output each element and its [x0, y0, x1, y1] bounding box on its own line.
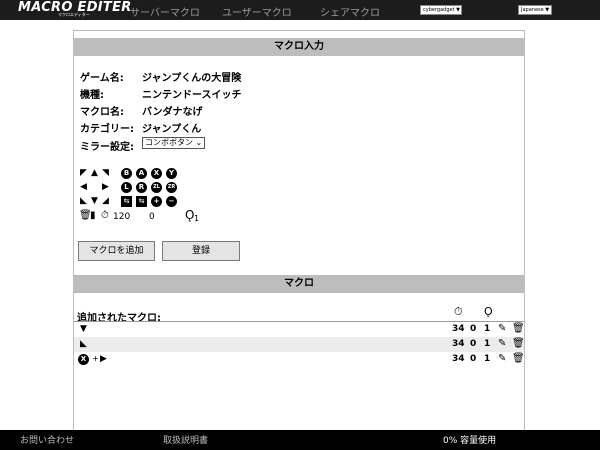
- row-repeat: 1: [484, 324, 491, 334]
- mirror-row: ミラー設定: コンボボタン ⌄: [80, 137, 206, 153]
- nav-user-macro[interactable]: ユーザーマクロ: [222, 4, 292, 19]
- macro-list-header: マクロ: [74, 275, 524, 293]
- zr-button-icon[interactable]: ZR: [166, 182, 177, 193]
- macro-name-row: マクロ名: バンダナなげ: [80, 103, 203, 118]
- arrow-down-left-icon[interactable]: ◣: [80, 196, 87, 206]
- game-value: ジャンプくんの大冒険: [142, 73, 242, 84]
- arrow-up-icon[interactable]: ▲: [91, 168, 98, 178]
- device-row: 機種: ニンテンドースイッチ: [80, 86, 242, 101]
- pencil-icon[interactable]: ✎: [498, 353, 506, 364]
- nav-server-macro[interactable]: サーバーマクロ: [130, 4, 200, 19]
- nav-share-macro[interactable]: シェアマクロ: [320, 4, 380, 19]
- repeat-icon: Ǫ: [484, 305, 493, 318]
- zero-value: 0: [149, 212, 155, 222]
- a-button-icon[interactable]: A: [136, 168, 147, 179]
- plus-button-icon[interactable]: +: [151, 196, 162, 207]
- macro-row[interactable]: ▼ 34 0 1 ✎ 🗑: [74, 322, 525, 337]
- add-macro-button[interactable]: マクロを追加: [78, 241, 155, 261]
- chevron-down-icon: ▼: [454, 7, 460, 13]
- arrow-down-right-icon[interactable]: ◢: [102, 196, 109, 206]
- storage-usage: 0% 容量使用: [443, 436, 497, 446]
- contact-link[interactable]: お問い合わせ: [20, 433, 74, 446]
- pencil-icon[interactable]: ✎: [498, 323, 506, 334]
- y-button-icon[interactable]: Y: [166, 168, 177, 179]
- clipboard-icon[interactable]: ▮: [90, 211, 96, 221]
- arrow-right-icon: ▶: [100, 354, 107, 364]
- mirror-select[interactable]: コンボボタン ⌄: [142, 137, 206, 149]
- x-button-icon[interactable]: X: [151, 168, 162, 179]
- b-button-icon[interactable]: B: [121, 168, 132, 179]
- category-value: ジャンプくん: [142, 124, 202, 135]
- timer-icon: ⏱: [454, 305, 463, 318]
- l-button-icon[interactable]: L: [121, 182, 132, 193]
- arrow-up-right-icon[interactable]: ◥: [102, 168, 109, 178]
- macro-input-header: マクロ入力: [74, 38, 524, 56]
- row-time: 34: [452, 339, 465, 349]
- device-label: 機種:: [80, 90, 104, 101]
- trash-icon[interactable]: 🗑: [512, 353, 525, 364]
- logo[interactable]: MACRO EDITER マクロエディター: [18, 0, 131, 19]
- trash-icon[interactable]: 🗑: [512, 323, 525, 334]
- arrow-down-left-icon: ◣: [80, 339, 87, 349]
- arrow-down-icon[interactable]: ▼: [91, 196, 98, 206]
- macro-panel: マクロ入力 ゲーム名: ジャンプくんの大冒険 機種: ニンテンドースイッチ マク…: [73, 30, 525, 432]
- macro-row[interactable]: X + ▶ 34 0 1 ✎ 🗑: [74, 352, 525, 367]
- category-label: カテゴリー:: [80, 124, 134, 135]
- r-button-icon[interactable]: R: [136, 182, 147, 193]
- trash-icon[interactable]: 🗑: [512, 338, 525, 349]
- account-select[interactable]: cybergadget ▼: [420, 5, 462, 15]
- manual-link[interactable]: 取扱説明書: [163, 433, 208, 446]
- mirror-label: ミラー設定:: [80, 142, 134, 153]
- register-button[interactable]: 登録: [162, 241, 240, 261]
- minus-button-icon[interactable]: −: [166, 196, 177, 207]
- language-select[interactable]: Japanese ▼: [518, 5, 552, 15]
- macro-row[interactable]: ◣ 34 0 1 ✎ 🗑: [74, 337, 525, 352]
- arrow-left-icon[interactable]: ◀: [80, 182, 87, 192]
- row-zero: 0: [470, 324, 477, 334]
- timer-icon[interactable]: ⏱: [101, 211, 109, 221]
- row-repeat: 1: [484, 339, 491, 349]
- arrow-up-left-icon[interactable]: ◤: [80, 168, 87, 178]
- arrow-right-icon[interactable]: ▶: [102, 182, 109, 192]
- pencil-icon[interactable]: ✎: [498, 338, 506, 349]
- mirror-select-value: コンボボタン: [145, 138, 193, 147]
- macro-name-label: マクロ名:: [80, 107, 124, 118]
- row-time: 34: [452, 324, 465, 334]
- arrow-down-icon: ▼: [80, 324, 87, 334]
- timer-value: 120: [113, 212, 131, 222]
- game-row: ゲーム名: ジャンプくんの大冒険: [80, 69, 241, 84]
- chevron-down-icon: ⌄: [193, 138, 203, 147]
- row-zero: 0: [470, 354, 477, 364]
- right-stick-icon[interactable]: ⇆: [136, 196, 147, 207]
- macro-name-value: バンダナなげ: [142, 107, 203, 118]
- logo-subtext: マクロエディター: [58, 12, 90, 17]
- plus-sign: +: [92, 354, 99, 363]
- repeat-value: 1: [194, 214, 200, 223]
- row-time: 34: [452, 354, 465, 364]
- game-label: ゲーム名:: [80, 73, 124, 84]
- top-nav-bar: MACRO EDITER マクロエディター サーバーマクロ ユーザーマクロ シェ…: [0, 0, 600, 20]
- row-repeat: 1: [484, 354, 491, 364]
- chevron-down-icon: ▼: [543, 7, 550, 13]
- x-button-icon: X: [78, 354, 89, 365]
- account-select-value: cybergadget: [423, 7, 455, 13]
- zl-button-icon[interactable]: ZL: [151, 182, 162, 193]
- left-stick-icon[interactable]: ⇆: [121, 196, 132, 207]
- device-value: ニンテンドースイッチ: [142, 90, 242, 101]
- footer-bar: お問い合わせ 取扱説明書 0% 容量使用: [0, 430, 600, 450]
- row-zero: 0: [470, 339, 477, 349]
- category-row: カテゴリー: ジャンプくん: [80, 120, 201, 135]
- language-select-value: Japanese: [521, 7, 544, 13]
